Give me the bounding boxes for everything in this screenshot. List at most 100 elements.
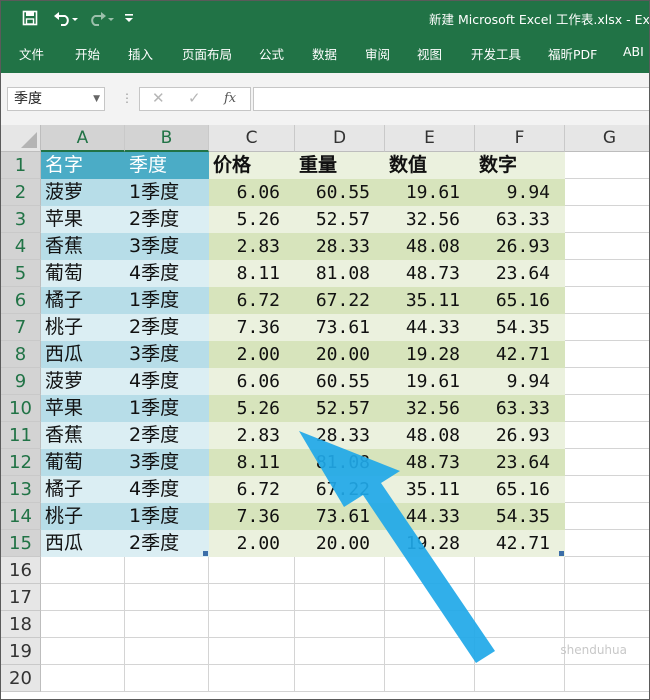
row-header-6[interactable]: 6 [1, 287, 41, 314]
row-header-9[interactable]: 9 [1, 368, 41, 395]
cell-g17[interactable] [565, 584, 649, 611]
tab-developer[interactable]: 开发工具 [471, 44, 521, 63]
cell-a16[interactable] [41, 557, 125, 584]
chevron-down-icon[interactable]: ▼ [93, 88, 100, 110]
row-header-3[interactable]: 3 [1, 206, 41, 233]
cell-b13[interactable]: 4季度 [125, 476, 209, 503]
cell-f7[interactable]: 54.35 [475, 314, 565, 341]
cell-g8[interactable] [565, 341, 649, 368]
cell-g9[interactable] [565, 368, 649, 395]
cell-f17[interactable] [475, 584, 565, 611]
cell-c10[interactable]: 5.26 [209, 395, 295, 422]
cell-a9[interactable]: 菠萝 [41, 368, 125, 395]
cell-b19[interactable] [125, 638, 209, 665]
cell-a7[interactable]: 桃子 [41, 314, 125, 341]
cell-d15[interactable]: 20.00 [295, 530, 385, 557]
cell-c17[interactable] [209, 584, 295, 611]
cell-d9[interactable]: 60.55 [295, 368, 385, 395]
undo-icon[interactable] [51, 7, 81, 29]
cell-c18[interactable] [209, 611, 295, 638]
cell-b16[interactable] [125, 557, 209, 584]
cell-d20[interactable] [295, 665, 385, 692]
cell-b6[interactable]: 1季度 [125, 287, 209, 314]
resize-handle[interactable] [203, 551, 208, 556]
cell-f15[interactable]: 42.71 [475, 530, 565, 557]
cell-b18[interactable] [125, 611, 209, 638]
cell-a13[interactable]: 橘子 [41, 476, 125, 503]
cell-c14[interactable]: 7.36 [209, 503, 295, 530]
row-header-10[interactable]: 10 [1, 395, 41, 422]
cell-f6[interactable]: 65.16 [475, 287, 565, 314]
cell-f12[interactable]: 23.64 [475, 449, 565, 476]
cell-d7[interactable]: 73.61 [295, 314, 385, 341]
cell-b3[interactable]: 2季度 [125, 206, 209, 233]
cell-a20[interactable] [41, 665, 125, 692]
cell-d2[interactable]: 60.55 [295, 179, 385, 206]
cell-b14[interactable]: 1季度 [125, 503, 209, 530]
cell-g11[interactable] [565, 422, 649, 449]
row-header-13[interactable]: 13 [1, 476, 41, 503]
cell-d1[interactable]: 重量 [295, 152, 385, 179]
cell-f18[interactable] [475, 611, 565, 638]
cell-e20[interactable] [385, 665, 475, 692]
cell-f4[interactable]: 26.93 [475, 233, 565, 260]
tab-foxit-pdf[interactable]: 福昕PDF [548, 44, 597, 63]
name-box[interactable]: 季度 ▼ [7, 87, 105, 111]
cell-d11[interactable]: 28.33 [295, 422, 385, 449]
cell-g15[interactable] [565, 530, 649, 557]
cell-a4[interactable]: 香蕉 [41, 233, 125, 260]
cell-c20[interactable] [209, 665, 295, 692]
cell-d14[interactable]: 73.61 [295, 503, 385, 530]
cell-b11[interactable]: 2季度 [125, 422, 209, 449]
cell-d5[interactable]: 81.08 [295, 260, 385, 287]
cell-e11[interactable]: 48.08 [385, 422, 475, 449]
cell-b17[interactable] [125, 584, 209, 611]
cell-d19[interactable] [295, 638, 385, 665]
cell-d18[interactable] [295, 611, 385, 638]
tab-review[interactable]: 审阅 [365, 44, 390, 63]
cell-b5[interactable]: 4季度 [125, 260, 209, 287]
cell-f2[interactable]: 9.94 [475, 179, 565, 206]
cell-c12[interactable]: 8.11 [209, 449, 295, 476]
column-header-g[interactable]: G [565, 125, 649, 152]
cell-e5[interactable]: 48.73 [385, 260, 475, 287]
select-all-button[interactable] [1, 125, 41, 152]
row-header-12[interactable]: 12 [1, 449, 41, 476]
insert-function-icon[interactable]: fx [224, 91, 236, 106]
cell-g16[interactable] [565, 557, 649, 584]
cell-g14[interactable] [565, 503, 649, 530]
row-header-2[interactable]: 2 [1, 179, 41, 206]
row-header-8[interactable]: 8 [1, 341, 41, 368]
cell-d6[interactable]: 67.22 [295, 287, 385, 314]
cell-f3[interactable]: 63.33 [475, 206, 565, 233]
cell-b8[interactable]: 3季度 [125, 341, 209, 368]
tab-formulas[interactable]: 公式 [259, 44, 284, 63]
cell-f19[interactable] [475, 638, 565, 665]
row-header-19[interactable]: 19 [1, 638, 41, 665]
cell-d16[interactable] [295, 557, 385, 584]
enter-icon[interactable]: ✓ [188, 89, 201, 107]
cell-c6[interactable]: 6.72 [209, 287, 295, 314]
cell-c4[interactable]: 2.83 [209, 233, 295, 260]
cell-f8[interactable]: 42.71 [475, 341, 565, 368]
column-header-a[interactable]: A [41, 125, 125, 152]
resize-handle[interactable] [559, 551, 564, 556]
cell-a11[interactable]: 香蕉 [41, 422, 125, 449]
cell-e1[interactable]: 数值 [385, 152, 475, 179]
tab-data[interactable]: 数据 [312, 44, 337, 63]
tab-insert[interactable]: 插入 [128, 44, 153, 63]
cancel-icon[interactable]: ✕ [152, 89, 165, 107]
cell-f9[interactable]: 9.94 [475, 368, 565, 395]
column-header-b[interactable]: B [125, 125, 209, 152]
cell-b7[interactable]: 2季度 [125, 314, 209, 341]
cell-a14[interactable]: 桃子 [41, 503, 125, 530]
tab-home[interactable]: 开始 [75, 44, 100, 63]
cell-g13[interactable] [565, 476, 649, 503]
row-header-1[interactable]: 1 [1, 152, 41, 179]
cell-g20[interactable] [565, 665, 649, 692]
cell-a17[interactable] [41, 584, 125, 611]
cell-b1[interactable]: 季度 [125, 152, 209, 179]
row-header-15[interactable]: 15 [1, 530, 41, 557]
row-header-4[interactable]: 4 [1, 233, 41, 260]
row-header-11[interactable]: 11 [1, 422, 41, 449]
